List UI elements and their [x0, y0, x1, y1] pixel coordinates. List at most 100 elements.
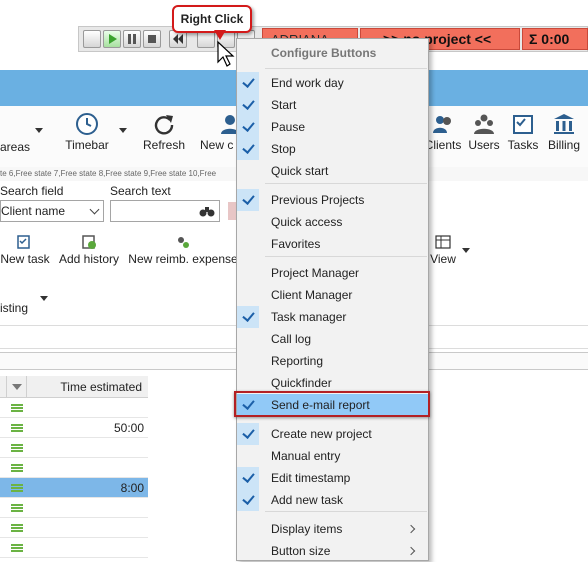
menu-item-label: Previous Projects: [271, 193, 365, 207]
checkmark-icon: [237, 138, 259, 160]
time-estimated-header[interactable]: Time estimated: [30, 380, 142, 394]
menu-item-quick-access[interactable]: Quick access: [237, 211, 428, 233]
right-click-callout: Right Click: [172, 5, 252, 33]
areas-dropdown-caret[interactable]: [35, 128, 43, 133]
view-icon: [435, 235, 451, 249]
table-row[interactable]: [0, 518, 148, 538]
menu-item-label: Display items: [271, 522, 343, 536]
users-icon: [474, 114, 494, 134]
search-field-select[interactable]: Client name: [0, 200, 104, 222]
menu-item-label: Call log: [271, 332, 312, 346]
new-reimb-expense-action[interactable]: New reimb. expense: [128, 234, 238, 266]
reimb-expense-icon: [178, 237, 189, 248]
stop-icon[interactable]: [143, 30, 161, 48]
menu-item-favorites[interactable]: Favorites: [237, 233, 428, 255]
ribbon-users[interactable]: Users: [466, 112, 502, 152]
end-work-day-icon[interactable]: [83, 30, 101, 48]
start-icon[interactable]: [103, 30, 121, 48]
menu-item-display-items[interactable]: Display items: [237, 518, 428, 540]
table-row[interactable]: [0, 438, 148, 458]
grid-header: Time estimated: [0, 376, 148, 398]
menu-item-edit-timestamp[interactable]: Edit timestamp: [237, 467, 428, 489]
clients-icon: [433, 116, 451, 133]
ribbon-new-client[interactable]: New c: [200, 112, 240, 152]
task-status-icon: [11, 464, 23, 472]
menu-item-add-new-task[interactable]: Add new task: [237, 489, 428, 511]
menu-item-label: Client Manager: [271, 288, 353, 302]
task-status-icon: [11, 544, 23, 552]
task-status-icon: [11, 484, 23, 492]
menu-item-create-new-project[interactable]: Create new project: [237, 423, 428, 445]
menu-item-end-work-day[interactable]: End work day: [237, 72, 428, 94]
view-action[interactable]: View: [428, 234, 458, 266]
view-dropdown-caret[interactable]: [462, 248, 470, 253]
ribbon-tasks-label: Tasks: [507, 138, 539, 152]
menu-separator: [265, 68, 427, 69]
menu-item-label: Project Manager: [271, 266, 360, 280]
new-task-action[interactable]: New task: [0, 234, 50, 266]
checkmark-icon: [237, 189, 259, 211]
table-row[interactable]: [0, 398, 148, 418]
search-text-input[interactable]: [110, 200, 220, 222]
checkmark-icon: [237, 72, 259, 94]
menu-item-label: Stop: [271, 142, 296, 156]
ribbon-areas[interactable]: areas: [0, 140, 30, 154]
ribbon-timebar[interactable]: Timebar: [60, 112, 114, 152]
menu-item-start[interactable]: Start: [237, 94, 428, 116]
table-row[interactable]: [0, 458, 148, 478]
task-status-icon: [11, 524, 23, 532]
sort-caret-icon[interactable]: [12, 384, 22, 390]
menu-item-quick-start[interactable]: Quick start: [237, 160, 428, 182]
menu-item-label: Reporting: [271, 354, 324, 368]
total-time-label: Σ 0:00: [529, 31, 570, 47]
menu-item-reporting[interactable]: Reporting: [237, 350, 428, 372]
pause-icon[interactable]: [123, 30, 141, 48]
menu-item-previous-projects[interactable]: Previous Projects: [237, 189, 428, 211]
table-row[interactable]: [0, 498, 148, 518]
menu-item-call-log[interactable]: Call log: [237, 328, 428, 350]
table-row[interactable]: [0, 538, 148, 558]
ribbon-users-label: Users: [468, 138, 500, 152]
menu-title: Configure Buttons: [271, 46, 377, 60]
search-field-label: Search field: [0, 184, 64, 198]
table-row[interactable]: 50:00: [0, 418, 148, 438]
billing-icon: [554, 114, 574, 134]
ribbon-billing[interactable]: Billing: [544, 112, 584, 152]
binoculars-icon[interactable]: [199, 204, 215, 218]
menu-item-label: Create new project: [271, 427, 372, 441]
column-divider: [26, 376, 27, 398]
grid-header-cell: [0, 376, 7, 398]
menu-item-client-manager[interactable]: Client Manager: [237, 284, 428, 306]
highlight-outline: [234, 391, 430, 417]
menu-item-manual-entry[interactable]: Manual entry: [237, 445, 428, 467]
menu-item-label: Task manager: [271, 310, 347, 324]
add-history-action[interactable]: Add history: [56, 234, 122, 266]
clear-search-button[interactable]: [228, 202, 236, 220]
table-row[interactable]: 8:00: [0, 478, 148, 498]
total-time: Σ 0:00: [522, 28, 588, 50]
menu-item-button-size[interactable]: Button size: [237, 540, 428, 562]
menu-item-task-manager[interactable]: Task manager: [237, 306, 428, 328]
ribbon-billing-label: Billing: [547, 138, 580, 152]
tasks-icon: [513, 115, 533, 134]
row-divider: [0, 557, 148, 558]
listing-dropdown-caret[interactable]: [40, 296, 48, 301]
ribbon-clients[interactable]: Clients: [424, 112, 462, 152]
ribbon-tasks[interactable]: Tasks: [506, 112, 540, 152]
menu-item-pause[interactable]: Pause: [237, 116, 428, 138]
menu-item-label: Start: [271, 98, 297, 112]
task-status-icon: [11, 404, 23, 412]
menu-item-project-manager[interactable]: Project Manager: [237, 262, 428, 284]
menu-item-stop[interactable]: Stop: [237, 138, 428, 160]
chevron-down-icon: [89, 204, 100, 215]
search-text-label: Search text: [110, 184, 171, 198]
timebar-dropdown-caret[interactable]: [119, 128, 127, 133]
task-grid: 50:00 8:00: [0, 398, 148, 561]
ribbon-refresh[interactable]: Refresh: [140, 112, 188, 152]
menu-separator: [265, 256, 427, 257]
new-reimb-expense-label: New reimb. expense: [128, 252, 238, 266]
ribbon-clients-label: Clients: [424, 138, 462, 152]
clock-icon: [76, 113, 98, 135]
add-history-icon: [82, 235, 96, 249]
task-status-icon: [11, 444, 23, 452]
